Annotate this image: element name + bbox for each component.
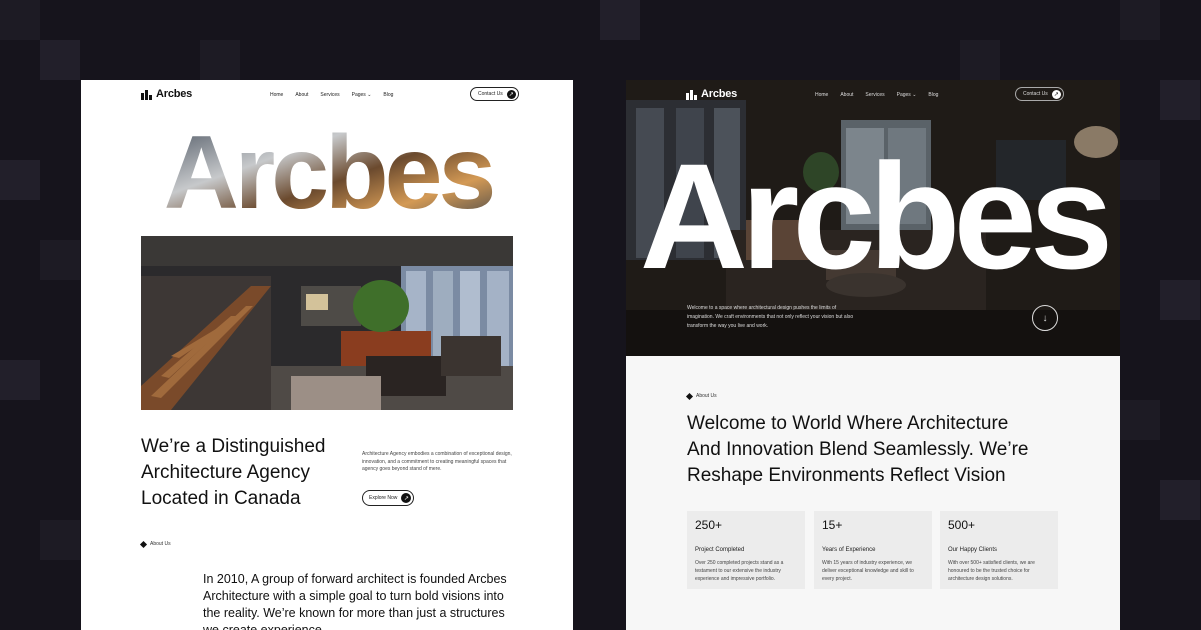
nav-about[interactable]: About	[840, 92, 853, 98]
nav-menu: Home About Services Pages ⌄ Blog	[270, 92, 393, 98]
diamond-icon	[139, 540, 148, 548]
nav-pages[interactable]: Pages ⌄	[352, 92, 372, 98]
headline-line-3: Located in Canada	[141, 488, 301, 509]
chevron-down-icon: ⌄	[367, 92, 372, 98]
headline-line-1: We’re a Distinguished	[141, 436, 326, 457]
nav-menu: Home About Services Pages ⌄ Blog	[815, 92, 938, 98]
stat-text: Over 250 completed projects stand as a t…	[695, 560, 784, 582]
stat-number: 15+	[822, 518, 843, 532]
diamond-icon	[685, 392, 694, 400]
nav-services[interactable]: Services	[865, 92, 884, 98]
brand-name: Arcbes	[701, 88, 738, 100]
nav-pages[interactable]: Pages ⌄	[897, 92, 917, 98]
about-us-tag: About Us	[139, 540, 171, 548]
about-tag-label: About Us	[150, 541, 171, 547]
arrow-up-right-icon: ↗	[1051, 89, 1061, 99]
navbar: Arcbes Home About Services Pages ⌄ Blog …	[81, 80, 573, 108]
stat-number: 500+	[948, 518, 976, 532]
nav-about[interactable]: About	[295, 92, 308, 98]
building-logo-icon	[686, 89, 697, 100]
building-logo-icon	[141, 89, 152, 100]
nav-services[interactable]: Services	[320, 92, 339, 98]
stat-label: Our Happy Clients	[948, 547, 998, 553]
dark-theme-preview: Arcbes Home About Services Pages ⌄ Blog …	[626, 80, 1120, 630]
brand-name: Arcbes	[156, 88, 193, 100]
about-story: In 2010, A group of forward architect is…	[203, 572, 507, 630]
nav-home[interactable]: Home	[270, 92, 283, 98]
hero-word-image-fill: Arcbes	[164, 118, 497, 222]
nav-home[interactable]: Home	[815, 92, 828, 98]
navbar: Arcbes Home About Services Pages ⌄ Blog …	[626, 80, 1120, 108]
nav-blog[interactable]: Blog	[383, 92, 393, 98]
contact-label: Contact Us	[478, 91, 503, 97]
about-headline-line-2: And Innovation Blend Seamlessly. We’re	[687, 439, 1029, 460]
stat-card-experience: 15+ Years of Experience With 15 years of…	[814, 511, 932, 589]
headline: We’re a Distinguished Architecture Agenc…	[141, 434, 361, 512]
explore-now-button[interactable]: Explore Now ↗	[362, 490, 415, 506]
hero-section: Arcbes Home About Services Pages ⌄ Blog …	[626, 80, 1120, 356]
stat-label: Years of Experience	[822, 547, 876, 553]
stat-text: With 15 years of industry experience, we…	[822, 560, 914, 582]
explore-label: Explore Now	[369, 495, 398, 501]
about-tag-label: About Us	[696, 393, 717, 399]
office-interior-photo	[141, 236, 513, 410]
arrow-up-right-icon: ↗	[506, 89, 516, 99]
about-headline: Welcome to World Where Architecture And …	[687, 411, 1067, 489]
intro-description: Architecture Agency embodies a combinati…	[362, 451, 512, 472]
brand-logo[interactable]: Arcbes	[141, 88, 192, 100]
stat-text: With over 500+ satisfied clients, we are…	[948, 560, 1035, 582]
stat-label: Project Completed	[695, 547, 745, 553]
hero-word: Arcbes	[640, 136, 1115, 276]
arrow-up-right-icon: ↗	[401, 493, 412, 503]
light-theme-preview: Arcbes Home About Services Pages ⌄ Blog …	[81, 80, 573, 630]
about-headline-line-3: Reshape Environments Reflect Vision	[687, 465, 1006, 486]
contact-label: Contact Us	[1023, 91, 1048, 97]
stat-card-projects: 250+ Project Completed Over 250 complete…	[687, 511, 805, 589]
hero-word-right-text: Arcbes	[640, 136, 1108, 276]
hero-description: Welcome to a space where architectural d…	[687, 305, 854, 329]
contact-button[interactable]: Contact Us ↗	[470, 87, 519, 101]
about-us-tag: About Us	[685, 392, 717, 400]
stat-card-clients: 500+ Our Happy Clients With over 500+ sa…	[940, 511, 1058, 589]
headline-line-2: Architecture Agency	[141, 462, 310, 483]
stat-number: 250+	[695, 518, 723, 532]
brand-logo[interactable]: Arcbes	[686, 88, 737, 100]
nav-blog[interactable]: Blog	[928, 92, 938, 98]
about-headline-line-1: Welcome to World Where Architecture	[687, 413, 1009, 434]
chevron-down-icon: ⌄	[912, 92, 917, 98]
contact-button[interactable]: Contact Us ↗	[1015, 87, 1064, 101]
arrow-down-icon: ↓	[1042, 312, 1048, 324]
hero-word-left-text: Arcbes	[164, 118, 493, 222]
nav-pages-label: Pages	[351, 92, 366, 98]
scroll-down-button[interactable]: ↓	[1032, 305, 1058, 331]
nav-pages-label: Pages	[896, 92, 911, 98]
